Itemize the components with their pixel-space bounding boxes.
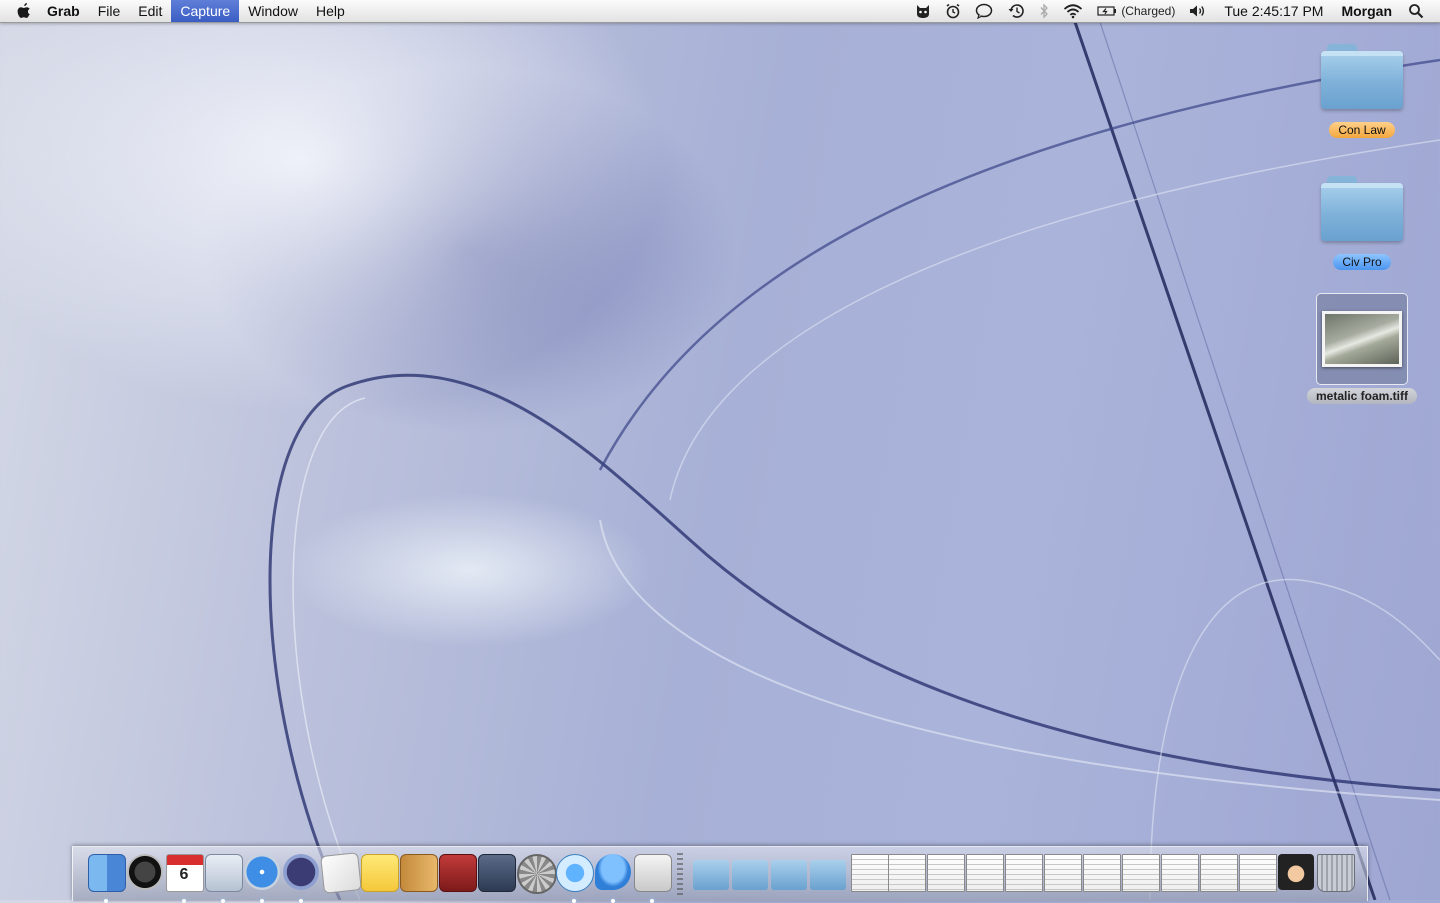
fast-user-switch-menu[interactable]: Morgan [1341, 3, 1392, 19]
menu-help[interactable]: Help [307, 0, 354, 22]
textedit-icon[interactable] [320, 852, 362, 894]
desktop-file-metalic-foam[interactable]: metalic foam.tiff [1297, 293, 1427, 405]
address-book-icon[interactable] [400, 854, 438, 892]
folder-icon [1321, 176, 1403, 242]
dock: 6 [72, 846, 1368, 903]
spotlight-search-icon[interactable] [1408, 0, 1424, 22]
cat-face-icon[interactable] [915, 0, 931, 22]
volume-icon[interactable] [1188, 0, 1208, 22]
folder-icon[interactable] [771, 854, 807, 890]
wifi-icon[interactable] [1063, 0, 1083, 22]
alarm-clock-icon[interactable] [945, 0, 961, 22]
downloads-folder-icon[interactable] [810, 854, 846, 890]
dashboard-icon[interactable] [127, 854, 163, 890]
avatar-icon[interactable] [1278, 854, 1314, 890]
folder-icon [1321, 44, 1403, 110]
time-machine-icon[interactable] [1007, 0, 1025, 22]
dictionary-icon[interactable] [439, 854, 477, 892]
desktop-folder-con-law[interactable]: Con Law [1297, 44, 1427, 139]
minimized-window[interactable] [1122, 854, 1160, 892]
battery-status-text[interactable]: (Charged) [1121, 4, 1175, 18]
minimized-window[interactable] [1161, 854, 1199, 892]
battery-icon[interactable] [1097, 0, 1117, 22]
menu-edit[interactable]: Edit [129, 0, 171, 22]
system-preferences-icon[interactable] [517, 854, 557, 894]
ical-icon[interactable]: 6 [166, 854, 204, 903]
apple-menu-icon[interactable] [10, 0, 38, 22]
bluetooth-icon[interactable] [1039, 0, 1049, 22]
grab-icon[interactable] [634, 854, 672, 903]
desktop-folder-civ-pro[interactable]: Civ Pro [1297, 176, 1427, 271]
desktop-wallpaper [268, 21, 1440, 900]
menu-capture[interactable]: Capture [171, 0, 240, 22]
minimized-window[interactable] [1239, 854, 1277, 892]
desktop-icon-label: Civ Pro [1333, 254, 1391, 270]
mail-icon[interactable] [205, 854, 243, 903]
stickies-icon[interactable] [361, 854, 399, 892]
ichat-icon[interactable] [595, 854, 631, 903]
image-thumbnail-icon [1322, 311, 1402, 367]
minimized-window[interactable] [1083, 854, 1121, 892]
menu-file[interactable]: File [89, 0, 130, 22]
minimized-window[interactable] [1005, 854, 1043, 892]
minimized-window[interactable] [927, 854, 965, 892]
selection-highlight [1316, 293, 1408, 385]
desktop-icon-label: Con Law [1329, 122, 1395, 138]
ical-date: 6 [179, 866, 189, 883]
minimized-window[interactable] [1044, 854, 1082, 892]
minimized-window[interactable] [966, 854, 1004, 892]
itunes-icon[interactable] [556, 854, 594, 903]
trash-icon[interactable] [1317, 854, 1355, 892]
menu-bar: Grab File Edit Capture Window Help (Char… [0, 0, 1440, 23]
minimized-window[interactable] [851, 854, 889, 892]
speech-bubble-icon[interactable] [975, 0, 993, 22]
minimized-window[interactable] [1200, 854, 1238, 892]
dock-separator[interactable] [677, 853, 683, 895]
menu-window[interactable]: Window [239, 0, 307, 22]
app-menu-grab[interactable]: Grab [38, 0, 89, 22]
desktop-icon-label: metalic foam.tiff [1306, 388, 1417, 404]
documents-folder-icon[interactable] [732, 854, 768, 890]
pen-app-icon[interactable] [283, 854, 319, 903]
safari-icon[interactable] [244, 854, 280, 903]
expose-icon[interactable] [478, 854, 516, 892]
applications-folder-icon[interactable] [693, 854, 729, 890]
finder-icon[interactable] [88, 854, 126, 903]
menu-clock[interactable]: Tue 2:45:17 PM [1224, 3, 1323, 19]
minimized-window[interactable] [888, 854, 926, 892]
